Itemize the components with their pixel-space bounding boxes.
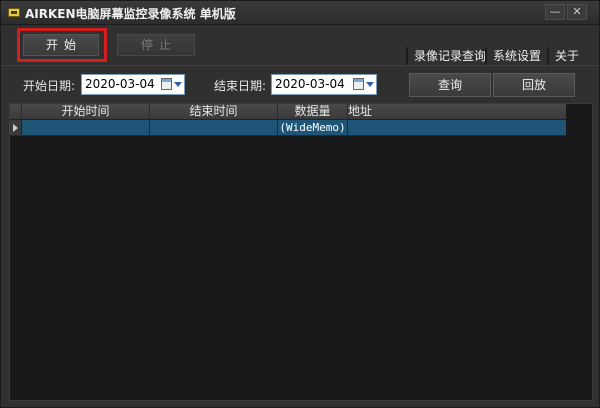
tab-divider	[1, 65, 599, 66]
calendar-icon[interactable]	[161, 78, 172, 90]
title-bar: AIRKEN电脑屏幕监控录像系统 单机版 — ✕	[1, 1, 599, 25]
stop-button[interactable]: 停止	[117, 34, 195, 56]
cell-end-time[interactable]	[150, 120, 278, 135]
app-icon	[8, 8, 20, 17]
start-date-picker[interactable]: 2020-03-04	[81, 74, 185, 95]
column-header-end-time[interactable]: 结束时间	[150, 104, 278, 120]
cell-data-size[interactable]: (WideMemo)	[278, 120, 348, 135]
calendar-icon[interactable]	[353, 78, 364, 90]
chevron-down-icon[interactable]	[174, 82, 182, 87]
playback-button[interactable]: 回放	[493, 73, 575, 97]
chevron-down-icon[interactable]	[366, 82, 374, 87]
end-date-value: 2020-03-04	[275, 77, 345, 91]
end-date-label: 结束日期:	[214, 79, 267, 93]
row-pointer-icon	[13, 124, 18, 132]
start-date-value: 2020-03-04	[85, 77, 155, 91]
tab-about[interactable]: 关于	[547, 47, 587, 65]
query-button[interactable]: 查询	[409, 73, 491, 97]
start-button[interactable]: 开始	[23, 34, 99, 56]
start-date-label: 开始日期:	[23, 79, 76, 93]
tab-system-settings[interactable]: 系统设置	[485, 47, 545, 65]
minimize-button[interactable]: —	[545, 4, 565, 20]
tab-record-query[interactable]: 录像记录查询	[406, 47, 486, 65]
grid-header: 开始时间 结束时间 数据量 地址	[10, 104, 566, 120]
column-header-start-time[interactable]: 开始时间	[22, 104, 150, 120]
cell-start-time[interactable]	[22, 120, 150, 135]
main-window: AIRKEN电脑屏幕监控录像系统 单机版 — ✕ 开始 停止 录像记录查询 系统…	[0, 0, 600, 408]
column-header-address[interactable]: 地址	[348, 104, 376, 120]
row-indicator	[10, 120, 22, 135]
records-grid[interactable]: 开始时间 结束时间 数据量 地址 (WideMemo)	[9, 103, 593, 401]
window-title: AIRKEN电脑屏幕监控录像系统 单机版	[25, 7, 236, 21]
end-date-picker[interactable]: 2020-03-04	[271, 74, 377, 95]
row-indicator-header	[10, 104, 22, 120]
column-header-data-size[interactable]: 数据量	[278, 104, 348, 120]
close-button[interactable]: ✕	[567, 4, 587, 20]
table-row[interactable]: (WideMemo)	[10, 120, 566, 136]
